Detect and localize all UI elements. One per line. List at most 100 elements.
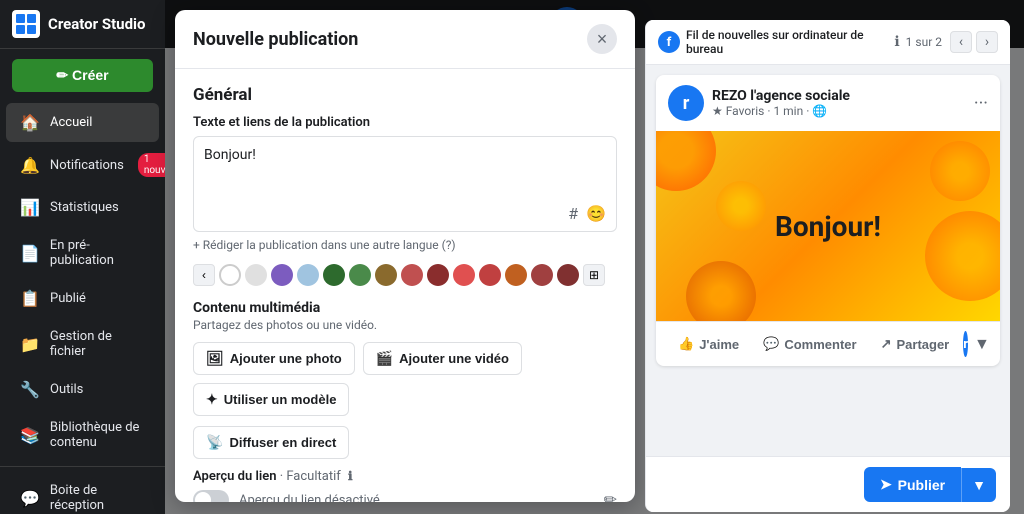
link-preview-edit-button[interactable]: ✏ <box>604 490 617 502</box>
color-swatch-light[interactable] <box>245 264 267 286</box>
share-icon: ↗ <box>881 336 892 352</box>
preview-next-button[interactable]: › <box>976 31 998 53</box>
sidebar-item-boite-reception[interactable]: 💬 Boite de réception <box>6 473 159 514</box>
text-area-icons: # 😊 <box>568 204 606 223</box>
sidebar-item-label: Publié <box>50 291 86 306</box>
sidebar: Creator Studio ✏ Créer 🏠 Accueil 🔔 Notif… <box>0 0 165 514</box>
page-name: REZO l'agence sociale <box>712 88 850 104</box>
card-info: REZO l'agence sociale ★ Favoris · 1 min … <box>712 88 850 118</box>
modal-close-button[interactable]: × <box>587 24 617 54</box>
chart-icon: 📊 <box>20 198 40 217</box>
use-template-button[interactable]: ✦ Utiliser un modèle <box>193 383 349 416</box>
emoji-icon[interactable]: 😊 <box>586 204 606 223</box>
live-buttons: 📡 Diffuser en direct <box>193 426 617 459</box>
add-photo-button[interactable]: 🖼 Ajouter une photo <box>193 342 355 375</box>
color-swatch-purple[interactable] <box>271 264 293 286</box>
modal-title: Nouvelle publication <box>193 29 358 50</box>
orange-decoration-5 <box>716 181 766 231</box>
text-area-wrapper: Bonjour! # 😊 <box>193 136 617 232</box>
preview-platform-label: Fil de nouvelles sur ordinateur de burea… <box>686 28 888 56</box>
sidebar-item-label: Statistiques <box>50 200 119 215</box>
modal-header: Nouvelle publication × <box>175 10 635 69</box>
sidebar-item-notifications[interactable]: 🔔 Notifications 1 nouvelles <box>6 143 159 187</box>
color-swatch-maroon[interactable] <box>531 264 553 286</box>
actions-dropdown-icon[interactable]: ▼ <box>974 334 990 354</box>
publish-dropdown-button[interactable]: ▼ <box>961 468 996 502</box>
color-picker-row: ‹ ⊞ <box>193 264 617 286</box>
preview-page-count: 1 sur 2 <box>906 35 942 49</box>
color-swatch-brown[interactable] <box>557 264 579 286</box>
color-swatch-red[interactable] <box>479 264 501 286</box>
sidebar-item-label: Boite de réception <box>50 483 145 513</box>
color-swatch-white[interactable] <box>219 264 241 286</box>
create-button[interactable]: ✏ Créer <box>12 59 153 92</box>
sidebar-item-publie[interactable]: 📋 Publié <box>6 279 159 318</box>
sidebar-item-statistiques[interactable]: 📊 Statistiques <box>6 188 159 227</box>
like-button[interactable]: 👍 J'aime <box>668 330 749 358</box>
preview-panel: f Fil de nouvelles sur ordinateur de bur… <box>645 20 1010 512</box>
preview-page-nav: 1 sur 2 ‹ › <box>906 31 998 53</box>
add-video-button[interactable]: 🎬 Ajouter une vidéo <box>363 342 522 375</box>
color-swatch-blue-light[interactable] <box>297 264 319 286</box>
color-nav-prev[interactable]: ‹ <box>193 264 215 286</box>
sidebar-item-label: Bibliothèque de contenu <box>50 420 145 450</box>
sidebar-item-gestion-fichier[interactable]: 📁 Gestion de fichier <box>6 319 159 369</box>
color-swatch-dark-red[interactable] <box>427 264 449 286</box>
app-logo <box>12 10 40 38</box>
publish-bar: ➤ Publier ▼ <box>646 456 1010 512</box>
link-preview-toggle-label: Aperçu du lien désactivé <box>239 493 380 503</box>
send-icon: ➤ <box>880 476 892 493</box>
app-title: Creator Studio <box>48 15 145 33</box>
share-button[interactable]: ↗ Partager <box>871 330 960 358</box>
section-general-title: Général <box>193 85 617 105</box>
card-header: r REZO l'agence sociale ★ Favoris · 1 mi… <box>656 75 1000 131</box>
photo-icon: 🖼 <box>206 350 224 367</box>
preview-facebook-icon: f <box>658 31 680 53</box>
orange-decoration-2 <box>930 141 990 201</box>
grid-view-button[interactable]: ⊞ <box>583 264 605 286</box>
sidebar-item-outils[interactable]: 🔧 Outils <box>6 370 159 409</box>
library-icon: 📚 <box>20 426 40 445</box>
live-button[interactable]: 📡 Diffuser en direct <box>193 426 349 459</box>
sidebar-item-label: Notifications <box>50 158 124 173</box>
post-text-input[interactable]: Bonjour! <box>204 147 606 217</box>
orange-decoration-3 <box>686 261 756 321</box>
live-icon: 📡 <box>206 434 223 451</box>
post-image-text: Bonjour! <box>775 210 881 243</box>
comment-icon: 💬 <box>763 336 779 352</box>
preview-info-icon: ℹ <box>894 34 899 50</box>
sidebar-nav: 🏠 Accueil 🔔 Notifications 1 nouvelles 📊 … <box>0 102 165 514</box>
color-swatch-red-light[interactable] <box>401 264 423 286</box>
sidebar-item-accueil[interactable]: 🏠 Accueil <box>6 103 159 142</box>
color-swatch-orange[interactable] <box>505 264 527 286</box>
color-swatch-green[interactable] <box>349 264 371 286</box>
text-field-label: Texte et liens de la publication <box>193 115 617 130</box>
main-area: f 📸 Nouvelle publication × Général Texte… <box>165 0 1024 514</box>
media-section-subtitle: Partagez des photos ou une vidéo. <box>193 318 617 332</box>
sidebar-item-pre-publication[interactable]: 📄 En pré-publication <box>6 228 159 278</box>
sidebar-item-bibliotheque[interactable]: 📚 Bibliothèque de contenu <box>6 410 159 460</box>
orange-decoration-4 <box>925 211 1000 301</box>
page-profile-button[interactable]: r <box>963 331 968 357</box>
publish-button[interactable]: ➤ Publier <box>864 467 961 502</box>
card-post-image: Bonjour! <box>656 131 1000 321</box>
comment-button[interactable]: 💬 Commenter <box>753 330 866 358</box>
color-swatch-orange-red[interactable] <box>453 264 475 286</box>
card-more-button[interactable]: ··· <box>974 93 988 114</box>
translate-link[interactable]: + Rédiger la publication dans une autre … <box>193 238 617 252</box>
hashtag-icon[interactable]: # <box>568 204 578 223</box>
template-icon: ✦ <box>206 391 218 408</box>
home-icon: 🏠 <box>20 113 40 132</box>
preview-prev-button[interactable]: ‹ <box>950 31 972 53</box>
preview-post-card: r REZO l'agence sociale ★ Favoris · 1 mi… <box>656 75 1000 366</box>
notification-badge: 1 nouvelles <box>138 153 165 177</box>
sidebar-item-label: Gestion de fichier <box>50 329 145 359</box>
folder-icon: 📁 <box>20 335 40 354</box>
link-preview-toggle[interactable] <box>193 490 229 502</box>
color-swatch-dark-green[interactable] <box>323 264 345 286</box>
tools-icon: 🔧 <box>20 380 40 399</box>
video-icon: 🎬 <box>376 350 393 367</box>
sidebar-item-label: Outils <box>50 382 83 397</box>
color-swatch-olive[interactable] <box>375 264 397 286</box>
nav-separator <box>0 466 165 467</box>
